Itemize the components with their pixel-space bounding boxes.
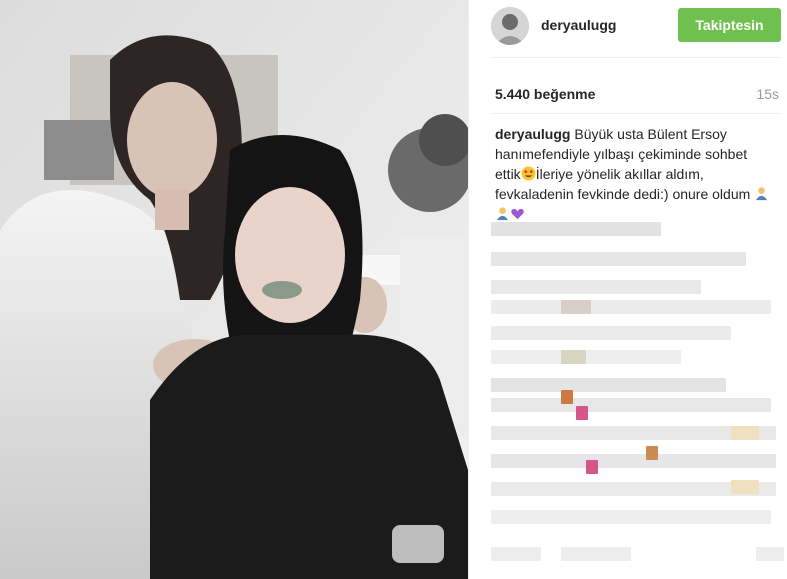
header-divider [491, 57, 781, 58]
likes-divider [491, 113, 781, 114]
heart-eyes-emoji-icon [521, 166, 536, 181]
blurred-comment [491, 454, 776, 468]
blurred-comment [491, 547, 541, 561]
following-button[interactable]: Takiptesin [678, 8, 781, 42]
post-photo[interactable] [0, 0, 468, 579]
purple-heart-emoji-icon [511, 208, 524, 220]
blurred-comment [561, 300, 591, 314]
blurred-comment [731, 426, 759, 440]
blurred-comment [576, 406, 588, 420]
blurred-comment [561, 547, 631, 561]
avatar[interactable] [491, 7, 529, 45]
post-photo-image [0, 0, 468, 579]
instagram-post-view: deryaulugg Takiptesin 5.440 beğenme 15s … [0, 0, 787, 579]
username-link[interactable]: deryaulugg [541, 17, 616, 33]
blurred-comment [561, 350, 586, 364]
likes-count[interactable]: 5.440 beğenme [495, 86, 595, 102]
blurred-comment [491, 326, 731, 340]
blurred-comments-area [491, 222, 787, 579]
post-sidebar: deryaulugg Takiptesin 5.440 beğenme 15s … [468, 0, 787, 579]
blurred-comment [491, 280, 701, 294]
post-caption: deryaulugg Büyük usta Bülent Ersoy hanım… [495, 124, 775, 224]
blurred-comment [756, 547, 784, 561]
blurred-comment [491, 252, 746, 266]
blurred-comment [561, 390, 573, 404]
blurred-comment [586, 460, 598, 474]
blurred-comment [491, 300, 771, 314]
blurred-comment [491, 510, 771, 524]
post-header: deryaulugg Takiptesin [469, 0, 787, 56]
caption-username[interactable]: deryaulugg [495, 126, 570, 142]
blurred-comment [491, 398, 771, 412]
avatar-image [491, 7, 529, 45]
person-bowing-emoji-icon [496, 207, 509, 221]
post-timestamp[interactable]: 15s [756, 86, 779, 102]
blurred-comment [491, 350, 681, 364]
person-bowing-emoji-icon [756, 187, 768, 201]
blurred-comment [646, 446, 658, 460]
blurred-comment [491, 378, 726, 392]
blurred-comment [491, 222, 661, 236]
blurred-comment [731, 480, 759, 494]
